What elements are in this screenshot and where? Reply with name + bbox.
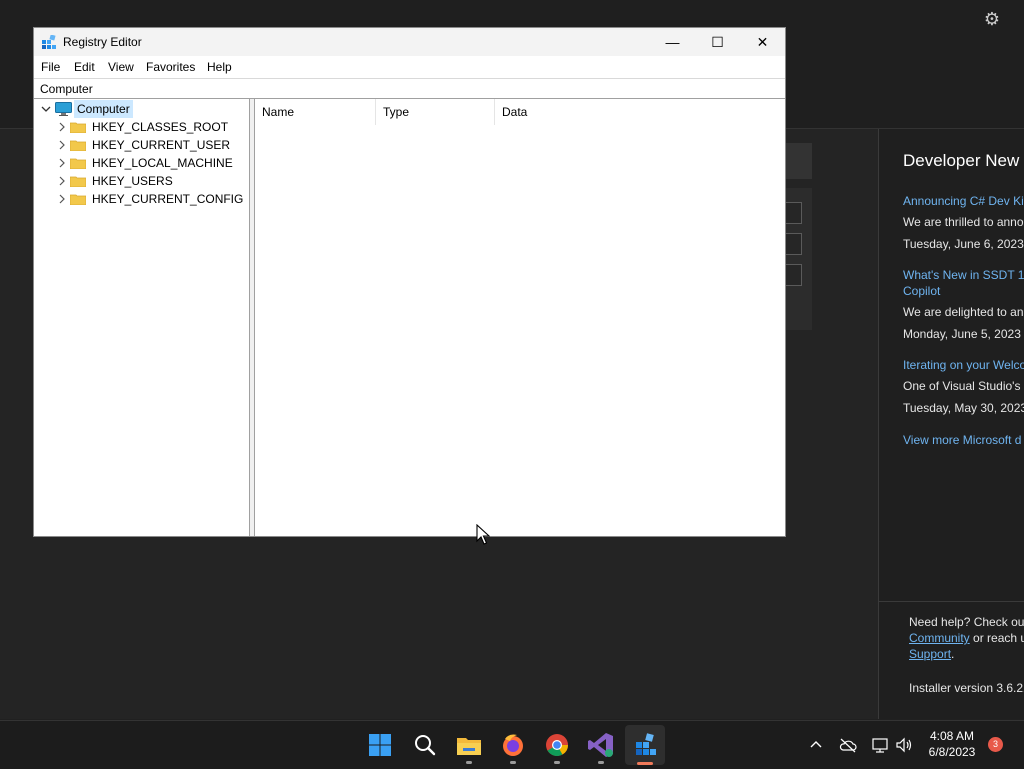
tree-item-computer[interactable]: Computer bbox=[40, 100, 240, 118]
system-clock[interactable]: 4:08 AM 6/8/2023 bbox=[920, 728, 984, 760]
folder-icon bbox=[70, 122, 86, 133]
tree-item-label: Computer bbox=[74, 100, 133, 118]
chevron-right-icon[interactable] bbox=[56, 118, 68, 136]
folder-icon bbox=[70, 194, 86, 205]
tree-item-hkey-classes-root[interactable]: HKEY_CLASSES_ROOT bbox=[56, 118, 246, 136]
news-link[interactable]: What's New in SSDT 17 bbox=[903, 268, 1024, 282]
tree-item-label: HKEY_USERS bbox=[92, 174, 173, 188]
computer-icon bbox=[55, 102, 72, 116]
tree-item-hkey-users[interactable]: HKEY_USERS bbox=[56, 172, 246, 190]
clock-date: 6/8/2023 bbox=[928, 745, 976, 759]
window-title: Registry Editor bbox=[63, 35, 142, 49]
tree-item-hkey-current-config[interactable]: HKEY_CURRENT_CONFIG bbox=[56, 190, 246, 208]
registry-editor-icon[interactable] bbox=[629, 729, 661, 761]
tree-item-label: HKEY_LOCAL_MACHINE bbox=[92, 156, 233, 170]
news-link[interactable]: Iterating on your Welco bbox=[903, 358, 1024, 372]
firefox-icon[interactable] bbox=[497, 729, 529, 761]
folder-icon bbox=[70, 176, 86, 187]
chrome-icon[interactable] bbox=[541, 729, 573, 761]
notification-badge[interactable]: 3 bbox=[988, 737, 1003, 752]
menu-bar: File Edit View Favorites Help bbox=[34, 56, 785, 78]
support-link[interactable]: Support bbox=[909, 647, 951, 661]
menu-favorites[interactable]: Favorites bbox=[146, 60, 195, 74]
news-summary: One of Visual Studio's g bbox=[903, 379, 1024, 393]
menu-help[interactable]: Help bbox=[207, 60, 232, 74]
news-link[interactable]: Copilot bbox=[903, 284, 940, 298]
column-header-data[interactable]: Data bbox=[495, 99, 783, 125]
chevron-down-icon[interactable] bbox=[40, 100, 52, 118]
title-bar[interactable]: Registry Editor — ☐ ✕ bbox=[34, 28, 785, 56]
column-header-name[interactable]: Name bbox=[255, 99, 376, 125]
news-date: Monday, June 5, 2023 bbox=[903, 327, 1021, 341]
menu-view[interactable]: View bbox=[108, 60, 134, 74]
address-bar[interactable]: Computer bbox=[34, 78, 785, 99]
news-title: Developer New bbox=[903, 151, 1020, 170]
tree-item-label: HKEY_CURRENT_USER bbox=[92, 138, 231, 152]
maximize-button[interactable]: ☐ bbox=[695, 28, 740, 56]
taskbar: 4:08 AM 6/8/2023 3 bbox=[0, 720, 1024, 769]
menu-edit[interactable]: Edit bbox=[74, 60, 95, 74]
chevron-right-icon[interactable] bbox=[56, 136, 68, 154]
news-link[interactable]: Announcing C# Dev Kit bbox=[903, 194, 1024, 208]
community-link[interactable]: Community bbox=[909, 631, 970, 645]
chevron-right-icon[interactable] bbox=[56, 154, 68, 172]
news-date: Tuesday, May 30, 2023 bbox=[903, 401, 1024, 415]
help-text: Need help? Check out bbox=[909, 615, 1024, 629]
network-icon[interactable] bbox=[870, 735, 890, 755]
running-indicator bbox=[598, 761, 604, 764]
installer-band bbox=[786, 143, 812, 179]
news-summary: We are thrilled to anno bbox=[903, 215, 1024, 229]
cloud-offline-icon[interactable] bbox=[838, 735, 858, 755]
close-button[interactable]: ✕ bbox=[740, 28, 785, 56]
tree-pane[interactable]: Computer HKEY_CLASSES_ROOT HKEY_CURRENT_… bbox=[34, 99, 250, 536]
active-indicator bbox=[637, 762, 653, 765]
clock-time: 4:08 AM bbox=[929, 729, 975, 743]
tree-item-hkey-current-user[interactable]: HKEY_CURRENT_USER bbox=[56, 136, 246, 154]
windows-start-icon[interactable] bbox=[364, 729, 396, 761]
address-text: Computer bbox=[40, 82, 93, 96]
help-text: or reach u bbox=[969, 631, 1024, 645]
running-indicator bbox=[466, 761, 472, 764]
values-list[interactable]: Name Type Data bbox=[255, 99, 785, 536]
tree-item-label: HKEY_CURRENT_CONFIG bbox=[92, 192, 244, 206]
menu-file[interactable]: File bbox=[41, 60, 60, 74]
help-section: Need help? Check out Community or reach … bbox=[909, 614, 1024, 662]
installer-version: Installer version 3.6.21 bbox=[909, 681, 1024, 695]
tree-item-label: HKEY_CLASSES_ROOT bbox=[92, 120, 229, 134]
chevron-up-icon[interactable] bbox=[806, 735, 826, 755]
registry-editor-icon bbox=[42, 35, 56, 49]
registry-editor-window: Registry Editor — ☐ ✕ File Edit View Fav… bbox=[33, 27, 786, 537]
running-indicator bbox=[554, 761, 560, 764]
search-icon[interactable] bbox=[409, 729, 441, 761]
visual-studio-installer-icon[interactable] bbox=[585, 729, 617, 761]
divider bbox=[878, 601, 1024, 602]
file-explorer-icon[interactable] bbox=[453, 729, 485, 761]
chevron-right-icon[interactable] bbox=[56, 190, 68, 208]
tree-item-hkey-local-machine[interactable]: HKEY_LOCAL_MACHINE bbox=[56, 154, 246, 172]
folder-icon bbox=[70, 140, 86, 151]
news-summary: We are delighted to an bbox=[903, 305, 1024, 319]
gear-icon[interactable]: ⚙ bbox=[982, 9, 1002, 29]
chevron-right-icon[interactable] bbox=[56, 172, 68, 190]
mouse-cursor-icon bbox=[476, 524, 490, 545]
view-more-link[interactable]: View more Microsoft d bbox=[903, 433, 1021, 447]
column-header-type[interactable]: Type bbox=[376, 99, 495, 125]
help-text: . bbox=[951, 647, 955, 661]
volume-icon[interactable] bbox=[894, 735, 914, 755]
running-indicator bbox=[510, 761, 516, 764]
folder-icon bbox=[70, 158, 86, 169]
news-date: Tuesday, June 6, 2023 bbox=[903, 237, 1024, 251]
minimize-button[interactable]: — bbox=[650, 28, 695, 56]
